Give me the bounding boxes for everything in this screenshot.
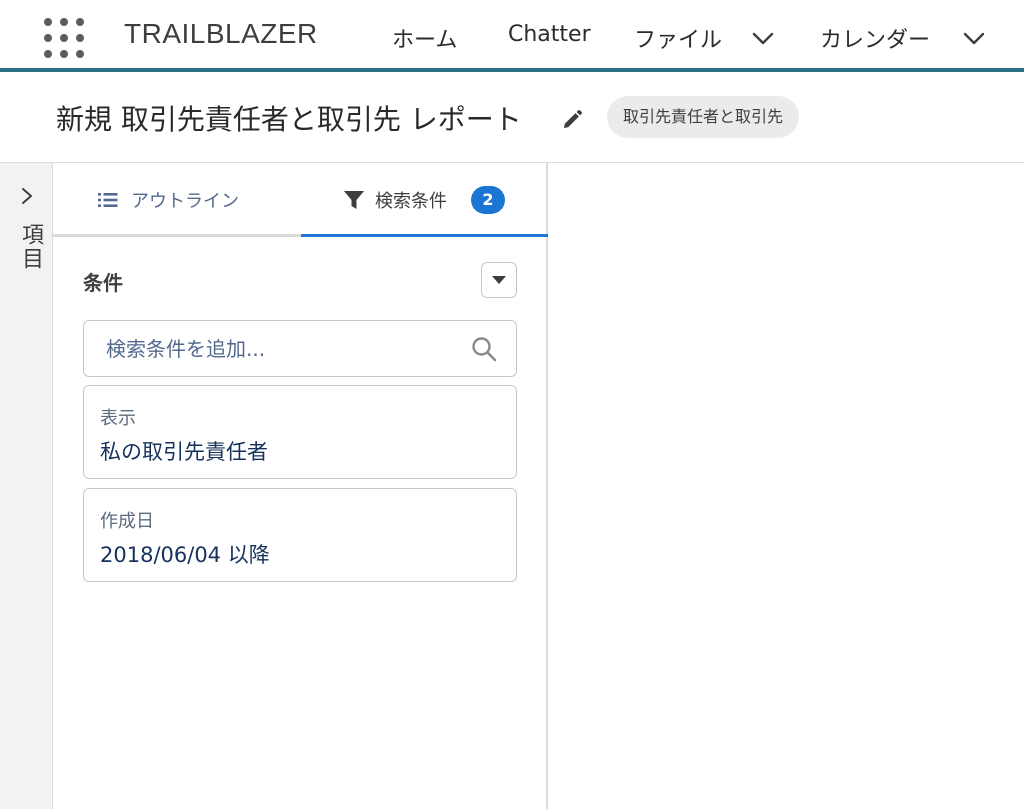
- nav-item-files[interactable]: ファイル: [634, 22, 722, 54]
- app-launcher-icon[interactable]: [44, 18, 84, 58]
- list-icon: [98, 193, 118, 207]
- filter-label: 表示: [100, 408, 136, 429]
- chevron-down-icon[interactable]: [751, 26, 775, 50]
- tab-filters-label: 検索条件: [375, 191, 447, 212]
- report-title: 新規 取引先責任者と取引先 レポート: [56, 103, 522, 136]
- tab-outline-label: アウトライン: [131, 191, 239, 212]
- filter-icon: [344, 191, 364, 209]
- filter-card-created-date[interactable]: 作成日 2018/06/04 以降: [83, 488, 517, 582]
- filter-value: 私の取引先責任者: [100, 440, 268, 464]
- fields-rail[interactable]: 項目: [0, 163, 53, 809]
- filter-count-badge: 2: [471, 186, 505, 214]
- filters-section-title: 条件: [83, 271, 123, 295]
- tab-filters[interactable]: 検索条件 2: [301, 163, 548, 237]
- caret-down-icon: [492, 276, 506, 284]
- pencil-icon[interactable]: [560, 108, 584, 132]
- chevron-right-icon[interactable]: [16, 185, 38, 207]
- nav-item-home[interactable]: ホーム: [392, 22, 457, 54]
- filter-card-show[interactable]: 表示 私の取引先責任者: [83, 385, 517, 479]
- report-canvas: [548, 163, 1024, 809]
- filter-label: 作成日: [100, 511, 154, 532]
- chevron-down-icon[interactable]: [962, 26, 986, 50]
- panel-tabs: アウトライン 検索条件 2: [53, 163, 548, 237]
- filter-value: 2018/06/04 以降: [100, 543, 270, 567]
- app-name: TRAILBLAZER: [124, 18, 318, 49]
- report-header: 新規 取引先責任者と取引先 レポート 取引先責任者と取引先: [0, 76, 1024, 163]
- nav-item-calendar[interactable]: カレンダー: [820, 22, 930, 54]
- global-navigation: TRAILBLAZER ホーム Chatter ファイル カレンダー: [0, 0, 1024, 72]
- add-filter-input[interactable]: [106, 334, 456, 364]
- filters-menu-button[interactable]: [481, 262, 517, 298]
- tab-outline[interactable]: アウトライン: [53, 163, 301, 237]
- fields-rail-label: 項目: [18, 223, 43, 271]
- filter-panel: アウトライン 検索条件 2 条件 表示 私の取引先責任者 作成日 2018/06…: [53, 163, 548, 809]
- report-type-badge: 取引先責任者と取引先: [607, 96, 800, 138]
- nav-item-chatter[interactable]: Chatter: [508, 22, 591, 47]
- search-icon: [472, 337, 497, 362]
- add-filter-search[interactable]: [83, 320, 517, 377]
